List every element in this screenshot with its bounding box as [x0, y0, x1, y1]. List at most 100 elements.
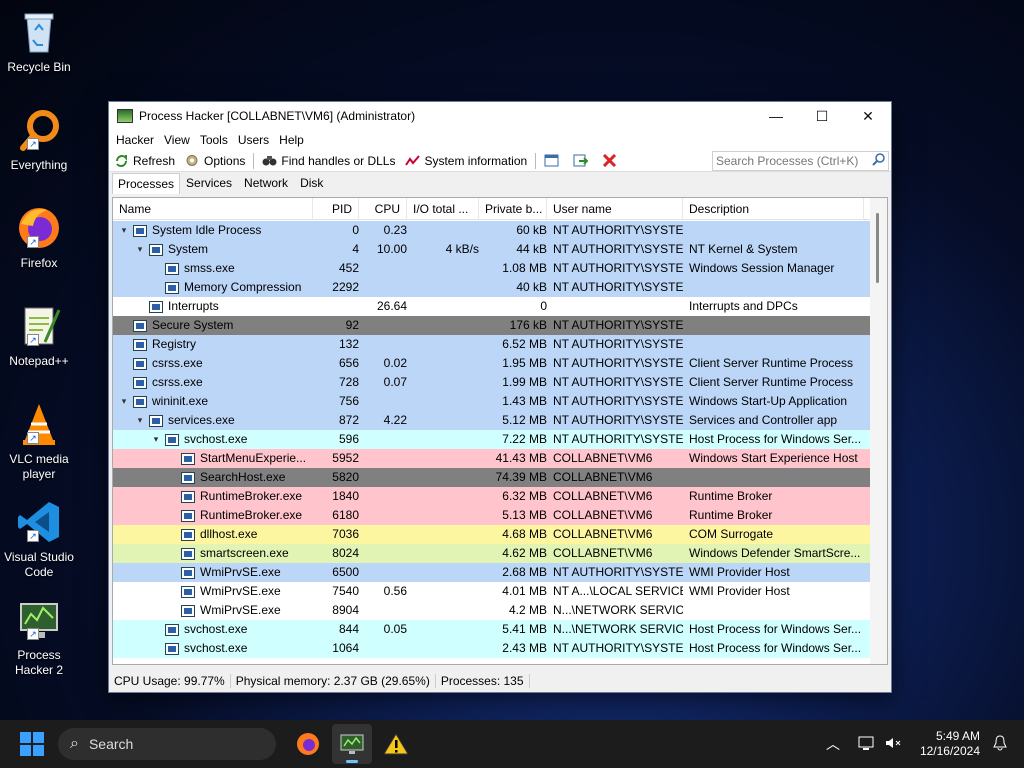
window-arrow-icon [573, 154, 589, 167]
menu-users[interactable]: Users [233, 133, 274, 147]
desktop-icon-recycle-bin[interactable]: Recycle Bin [0, 8, 78, 75]
process-io-total [407, 316, 479, 335]
expand-chevron-icon[interactable]: ▾ [119, 392, 129, 411]
menu-view[interactable]: View [159, 133, 195, 147]
process-row[interactable]: SearchHost.exe 5820 74.39 MB COLLABNET\VM6 [113, 468, 870, 487]
column-header-pid[interactable]: PID [313, 198, 359, 219]
process-name: WmiPrvSE.exe [200, 565, 281, 579]
desktop-icon-process-hacker[interactable]: ↗ Process Hacker 2 [0, 596, 78, 678]
process-row[interactable]: csrss.exe 656 0.02 1.95 MB NT AUTHORITY\SYST… [113, 354, 870, 373]
tab-processes[interactable]: Processes [112, 173, 181, 194]
tab-network[interactable]: Network [238, 172, 294, 194]
process-rows: ▾ System Idle Process 0 0.23 60 kB NT AUTHORI… [113, 221, 870, 658]
process-description: Host Process for Windows Ser... [689, 641, 862, 655]
process-io-total [407, 430, 479, 449]
tab-services[interactable]: Services [180, 172, 238, 194]
close-button[interactable]: ✕ [845, 102, 891, 130]
desktop-icon-label: Process Hacker 2 [14, 648, 64, 677]
firefox-icon [297, 733, 319, 755]
taskbar: ⌕ Search ︿ 5:49 AM 12/16/2024 [0, 720, 1024, 768]
process-name: svchost.exe [184, 622, 248, 636]
process-name: dllhost.exe [200, 527, 258, 541]
terminate-button[interactable] [597, 153, 626, 168]
maximize-button[interactable]: ☐ [799, 102, 845, 130]
column-header-name[interactable]: Name [113, 198, 313, 219]
process-row[interactable]: ▾ wininit.exe 756 1.43 MB NT AUTHORITY\SYSTE… [113, 392, 870, 411]
search-processes-input[interactable]: Search Processes (Ctrl+K) [712, 150, 889, 171]
process-row[interactable]: Memory Compression 2292 40 kB NT AUTHORITY\… [113, 278, 870, 297]
process-pid: 844 [338, 622, 359, 636]
process-row[interactable]: dllhost.exe 7036 4.68 MB COLLABNET\VM6 COM S… [113, 525, 870, 544]
taskbar-warning-app[interactable] [376, 724, 416, 764]
process-user-name: NT AUTHORITY\SYSTEM [553, 356, 683, 370]
desktop-icon-everything[interactable]: ↗ Everything [0, 106, 78, 173]
minimize-button[interactable]: — [753, 102, 799, 130]
process-row[interactable]: WmiPrvSE.exe 6500 2.68 MB NT AUTHORITY\SYST… [113, 563, 870, 582]
process-private-bytes: 4.2 MB [508, 603, 547, 617]
process-cpu [359, 392, 407, 411]
process-row[interactable]: RuntimeBroker.exe 1840 6.32 MB COLLABNET\VM… [113, 487, 870, 506]
process-row[interactable]: WmiPrvSE.exe 7540 0.56 4.01 MB NT A...\LOCAL… [113, 582, 870, 601]
process-private-bytes: 60 kB [516, 223, 547, 237]
clock[interactable]: 5:49 AM 12/16/2024 [920, 729, 980, 759]
column-header-description[interactable]: Description [683, 198, 864, 219]
process-row[interactable]: Interrupts 26.64 0 Interrupts and DPCs [113, 297, 870, 316]
process-name: services.exe [168, 413, 235, 427]
desktop-icon-vlc[interactable]: ↗ VLC media player [0, 400, 78, 482]
tab-disk[interactable]: Disk [294, 172, 329, 194]
column-header-user-name[interactable]: User name [547, 198, 683, 219]
warning-icon [383, 733, 409, 755]
expand-chevron-icon[interactable]: ▾ [119, 221, 129, 240]
process-row[interactable]: ▾ svchost.exe 596 7.22 MB NT AUTHORITY\SYSTE… [113, 430, 870, 449]
process-pid: 132 [338, 337, 359, 351]
desktop-icon-firefox[interactable]: ↗ Firefox [0, 204, 78, 271]
scrollbar-thumb[interactable] [876, 213, 879, 283]
process-row[interactable]: svchost.exe 844 0.05 5.41 MB N...\NETWORK SE… [113, 620, 870, 639]
process-row[interactable]: smss.exe 452 1.08 MB NT AUTHORITY\SYSTEM Win… [113, 259, 870, 278]
menu-hacker[interactable]: Hacker [111, 133, 159, 147]
menu-tools[interactable]: Tools [195, 133, 233, 147]
process-row[interactable]: WmiPrvSE.exe 8904 4.2 MB N...\NETWORK SERVI… [113, 601, 870, 620]
notification-bell-icon[interactable] [992, 734, 1008, 754]
window-button[interactable] [539, 154, 568, 167]
process-row[interactable]: ▾ System 4 10.00 4 kB/s 44 kB NT AUTHORITY\SYS… [113, 240, 870, 259]
refresh-button[interactable]: Refresh [109, 154, 180, 168]
process-row[interactable]: StartMenuExperie... 5952 41.43 MB COLLABNET… [113, 449, 870, 468]
process-pid: 5820 [332, 470, 359, 484]
column-header-io[interactable]: I/O total ... [407, 198, 479, 219]
taskbar-process-hacker[interactable] [332, 724, 372, 764]
vertical-scrollbar[interactable] [870, 198, 887, 664]
desktop-icon-vscode[interactable]: ↗ Visual Studio Code [0, 498, 78, 580]
process-description: COM Surrogate [689, 527, 774, 541]
desktop-icon-notepadpp[interactable]: ↗ Notepad++ [0, 302, 78, 369]
taskbar-firefox[interactable] [288, 724, 328, 764]
column-header-cpu[interactable]: CPU [359, 198, 407, 219]
network-icon[interactable] [858, 735, 876, 754]
start-button[interactable] [20, 732, 44, 756]
process-user-name: NT AUTHORITY\SYSTEM [553, 432, 683, 446]
window-go-button[interactable] [568, 154, 597, 167]
column-header-private-bytes[interactable]: Private b... [479, 198, 547, 219]
find-handles-button[interactable]: Find handles or DLLs [257, 154, 400, 168]
expand-chevron-icon[interactable]: ▾ [135, 240, 145, 259]
expand-chevron-icon[interactable]: ▾ [135, 411, 145, 430]
process-row[interactable]: RuntimeBroker.exe 6180 5.13 MB COLLABNET\VM… [113, 506, 870, 525]
process-io-total [407, 392, 479, 411]
expand-chevron-icon[interactable]: ▾ [151, 430, 161, 449]
options-button[interactable]: Options [180, 154, 250, 168]
process-row[interactable]: Registry 132 6.52 MB NT AUTHORITY\SYSTEM [113, 335, 870, 354]
process-user-name: NT AUTHORITY\SYSTEM [553, 413, 683, 427]
taskbar-search-box[interactable]: ⌕ Search [58, 728, 276, 760]
process-row[interactable]: ▾ services.exe 872 4.22 5.12 MB NT AUTHORITY\… [113, 411, 870, 430]
menu-help[interactable]: Help [274, 133, 309, 147]
title-bar[interactable]: Process Hacker [COLLABNET\VM6] (Administ… [109, 102, 891, 130]
show-hidden-icons-chevron-icon[interactable]: ︿ [826, 734, 840, 754]
process-row[interactable]: smartscreen.exe 8024 4.62 MB COLLABNET\VM6 W… [113, 544, 870, 563]
process-row[interactable]: svchost.exe 1064 2.43 MB NT AUTHORITY\SYSTE… [113, 639, 870, 658]
process-row[interactable]: ▾ System Idle Process 0 0.23 60 kB NT AUTHORI… [113, 221, 870, 240]
process-row[interactable]: Secure System 92 176 kB NT AUTHORITY\SYSTEM [113, 316, 870, 335]
process-row[interactable]: csrss.exe 728 0.07 1.99 MB NT AUTHORITY\SYST… [113, 373, 870, 392]
system-information-button[interactable]: System information [400, 154, 532, 168]
process-name: Memory Compression [184, 280, 302, 294]
volume-muted-icon[interactable] [884, 735, 902, 754]
